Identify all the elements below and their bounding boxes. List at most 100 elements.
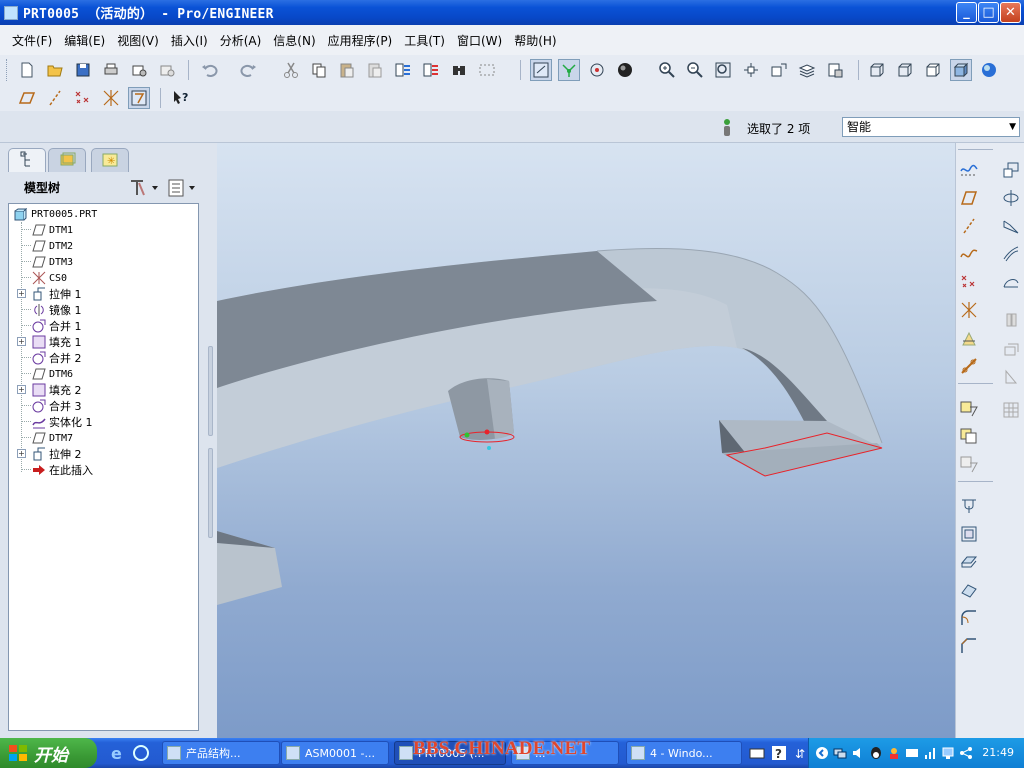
tree-node-dtm6[interactable]: DTM6	[31, 366, 73, 382]
toolbar-grip[interactable]	[6, 59, 9, 81]
tray-expand-icon[interactable]	[815, 746, 829, 760]
enhanced-realism-icon[interactable]	[978, 59, 1000, 81]
revolve-tool-icon[interactable]	[1000, 187, 1022, 209]
ime-tray-icon[interactable]	[905, 746, 919, 760]
selection-filter-dropdown[interactable]: 智能 ▼	[842, 117, 1020, 137]
new-icon[interactable]	[16, 59, 38, 81]
find-icon[interactable]	[448, 59, 470, 81]
repaint-icon[interactable]	[530, 59, 552, 81]
tab-folder-browser[interactable]	[48, 148, 86, 172]
keyboard-icon[interactable]	[748, 744, 766, 762]
tree-settings-icon[interactable]	[128, 177, 160, 199]
tree-node-dtm2[interactable]: DTM2	[31, 238, 73, 254]
solidify-tool-icon[interactable]	[958, 579, 980, 601]
volume-icon[interactable]	[851, 746, 865, 760]
user-icon[interactable]	[887, 746, 901, 760]
datum-point-tool-icon[interactable]	[958, 271, 980, 293]
datum-sketch-icon[interactable]	[958, 355, 980, 377]
traffic-light-icon[interactable]	[721, 118, 733, 138]
variable-section-sweep-icon[interactable]	[1000, 215, 1022, 237]
wireframe-icon[interactable]	[866, 59, 888, 81]
maximize-button[interactable]: □	[978, 2, 999, 23]
tree-node-extrude-1[interactable]: 拉伸 1	[31, 286, 82, 302]
csys-display-icon[interactable]	[100, 87, 122, 109]
menu-applications[interactable]: 应用程序(P)	[322, 32, 399, 49]
tree-node-root[interactable]: PRT0005.PRT	[13, 206, 97, 222]
menu-analysis[interactable]: 分析(A)	[214, 32, 268, 49]
menu-edit[interactable]: 编辑(E)	[58, 32, 111, 49]
analysis-feature-icon[interactable]	[958, 327, 980, 349]
zoom-in-icon[interactable]	[656, 59, 678, 81]
round-tool-icon[interactable]	[958, 607, 980, 629]
tree-node-dtm3[interactable]: DTM3	[31, 254, 73, 270]
datum-plane-tool-icon[interactable]	[958, 187, 980, 209]
extrude-tool-icon[interactable]	[1000, 159, 1022, 181]
offset-tool-icon[interactable]	[958, 523, 980, 545]
chamfer-tool-icon[interactable]	[958, 635, 980, 657]
orient-icon[interactable]	[586, 59, 608, 81]
save-icon[interactable]	[72, 59, 94, 81]
view-manager-icon[interactable]	[824, 59, 846, 81]
tree-node-fill-1[interactable]: 填充 1	[31, 334, 82, 350]
clock[interactable]: 21:49	[982, 746, 1014, 759]
redo-icon[interactable]	[238, 59, 260, 81]
qq-icon[interactable]	[869, 746, 883, 760]
datum-csys-tool-icon[interactable]	[958, 299, 980, 321]
menu-view[interactable]: 视图(V)	[111, 32, 165, 49]
close-button[interactable]: ✕	[1000, 2, 1021, 23]
paste-icon[interactable]	[336, 59, 358, 81]
refit-icon[interactable]	[712, 59, 734, 81]
tree-node-extrude-2[interactable]: 拉伸 2	[31, 446, 82, 462]
expand-toggle[interactable]: +	[17, 385, 26, 394]
tree-node-merge-2[interactable]: 合并 2	[31, 350, 82, 366]
zoom-out-icon[interactable]	[684, 59, 706, 81]
start-button[interactable]: 开始	[0, 738, 97, 768]
print-icon[interactable]	[100, 59, 122, 81]
saved-views-icon[interactable]	[768, 59, 790, 81]
model-tree[interactable]: PRT0005.PRT DTM1 DTM2 DTM3 CS0 + 拉伸 1 镜像…	[8, 203, 199, 731]
reorient-icon[interactable]	[740, 59, 762, 81]
draft-tool-icon[interactable]	[958, 495, 980, 517]
tree-node-dtm1[interactable]: DTM1	[31, 222, 73, 238]
tree-node-fill-2[interactable]: 填充 2	[31, 382, 82, 398]
tree-node-mirror-1[interactable]: 镜像 1	[31, 302, 82, 318]
tree-node-solidify-1[interactable]: 实体化 1	[31, 414, 93, 430]
browser-icon[interactable]	[132, 744, 150, 762]
help-icon[interactable]: ?	[770, 744, 788, 762]
model-render[interactable]	[217, 143, 955, 738]
expand-toggle[interactable]: +	[17, 289, 26, 298]
datum-point-display-icon[interactable]	[72, 87, 94, 109]
boundary-blend-icon[interactable]	[1000, 243, 1022, 265]
minimize-button[interactable]: _	[956, 2, 977, 23]
menu-tools[interactable]: 工具(T)	[398, 32, 451, 49]
signal-icon[interactable]	[923, 746, 937, 760]
tab-model-tree[interactable]	[8, 148, 46, 172]
sketched-datum-curve-icon[interactable]	[958, 159, 980, 181]
tree-node-insert-here[interactable]: 在此插入	[31, 462, 93, 478]
hole-tool-icon[interactable]	[1000, 309, 1022, 331]
menu-info[interactable]: 信息(N)	[267, 32, 321, 49]
annotation-display-icon[interactable]	[128, 87, 150, 109]
tab-favorites[interactable]: ✳	[91, 148, 129, 172]
splitter-handle[interactable]	[208, 346, 213, 436]
spin-center-icon[interactable]	[558, 59, 580, 81]
no-hidden-icon[interactable]	[922, 59, 944, 81]
undo-icon[interactable]	[198, 59, 220, 81]
monitor-icon[interactable]	[941, 746, 955, 760]
datum-plane-display-icon[interactable]	[16, 87, 38, 109]
select-box-icon[interactable]	[476, 59, 498, 81]
open-icon[interactable]	[44, 59, 66, 81]
copy-icon[interactable]	[308, 59, 330, 81]
graphics-window[interactable]	[217, 143, 955, 738]
shading-icon[interactable]	[950, 59, 972, 81]
menu-file[interactable]: 文件(F)	[6, 32, 58, 49]
layers-icon[interactable]	[796, 59, 818, 81]
tree-show-icon[interactable]	[167, 177, 199, 199]
menu-window[interactable]: 窗口(W)	[451, 32, 508, 49]
task-item[interactable]: ASM0001 -...	[281, 741, 389, 765]
appearance-icon[interactable]	[614, 59, 636, 81]
tool-insert-icon[interactable]	[958, 397, 980, 419]
hidden-line-icon[interactable]	[894, 59, 916, 81]
rib-tool-icon[interactable]	[1000, 365, 1022, 387]
panel-splitter[interactable]	[205, 143, 217, 738]
